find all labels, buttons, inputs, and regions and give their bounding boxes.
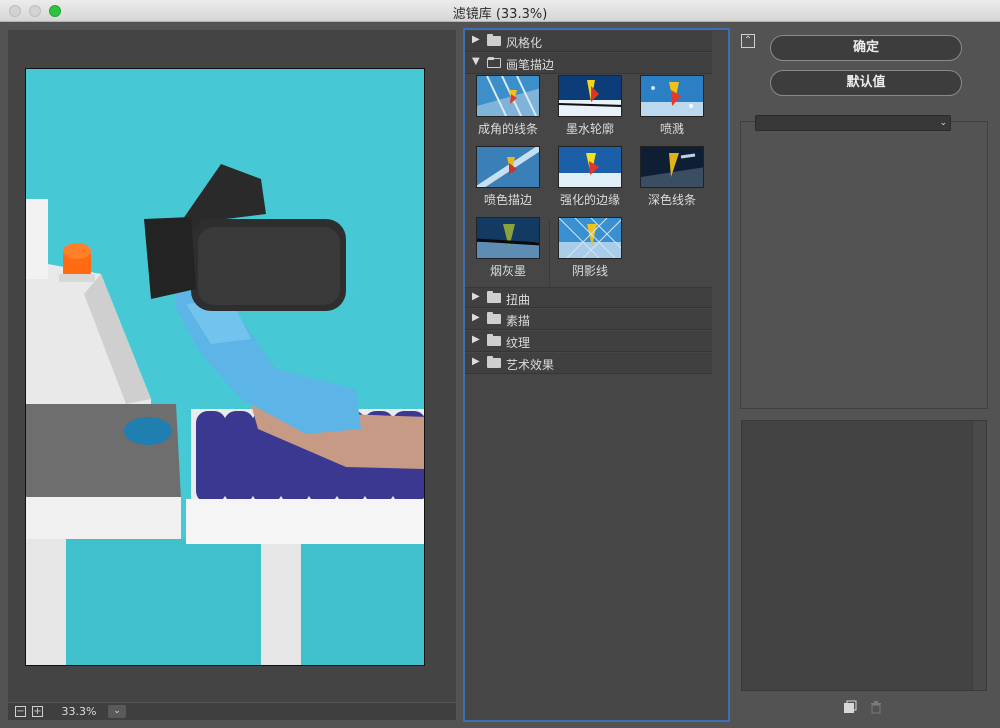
filter-dark-strokes[interactable]: 深色线条 [637,146,707,212]
folder-icon [487,356,501,368]
category-label: 纹理 [506,336,531,350]
expand-arrow-icon: ▶ [472,291,480,302]
filter-label: 喷溅 [659,122,684,136]
new-effect-layer-icon[interactable] [843,699,857,713]
folder-icon [487,34,501,46]
category-label: 画笔描边 [506,58,555,72]
trash-icon[interactable] [869,699,883,714]
zoom-level: 33.3% [61,705,97,718]
collapse-arrow-icon: ▼ [472,56,480,67]
ok-button[interactable]: 确定 [770,35,962,61]
filter-crosshatch[interactable]: 阴影线 [555,217,625,283]
thumb-separator [549,220,550,292]
filter-label: 阴影线 [571,264,608,278]
collapse-double-arrow-icon[interactable]: ⌃ [741,34,755,48]
category-sketch[interactable]: ▶ 素描 [465,309,712,330]
category-artistic[interactable]: ▶ 艺术效果 [465,353,712,374]
accented-edges-thumb [558,146,622,188]
filter-label: 墨水轮廓 [565,122,614,136]
filter-spatter[interactable]: 喷溅 [637,75,707,141]
filter-label: 成角的线条 [477,122,538,136]
expand-arrow-icon: ▶ [472,34,480,45]
category-label: 风格化 [506,36,543,50]
preview-image [25,68,425,666]
folder-icon [487,291,501,303]
filter-ink-outlines[interactable]: 墨水轮廓 [555,75,625,141]
angled-strokes-thumb [476,75,540,117]
zoom-in-button[interactable]: + [32,706,43,717]
filter-label: 深色线条 [647,193,696,207]
zoom-bar: − + 33.3% ⌄ [8,703,456,720]
vr-photo-illustration [26,69,424,665]
title-bar: 滤镜库 (33.3%) [0,0,1000,22]
expand-arrow-icon: ▶ [472,356,480,367]
folder-icon [487,312,501,324]
filter-select-dropdown[interactable]: ⌄ [755,115,951,131]
crosshatch-thumb [558,217,622,259]
chevron-down-icon: ⌄ [939,118,947,128]
filter-label: 喷色描边 [483,193,532,207]
ink-outlines-thumb [558,75,622,117]
folder-icon [487,334,501,346]
open-folder-icon [487,57,501,68]
sumi-e-thumb [476,217,540,259]
category-stylize[interactable]: ▶ 风格化 [465,31,712,52]
filter-label: 烟灰墨 [489,264,526,278]
layers-scrollbar[interactable] [972,421,986,690]
window-title: 滤镜库 (33.3%) [452,7,548,22]
spatter-thumb [640,75,704,117]
filter-sumi-e[interactable]: 烟灰墨 [473,217,543,283]
category-distort[interactable]: ▶ 扭曲 [465,287,712,308]
filter-gallery-window: 滤镜库 (33.3%) − + 33.3% ⌄ ▶ 风格化 ▼ 画笔描边 成角的… [0,0,1000,728]
dark-strokes-thumb [640,146,704,188]
filter-angled-strokes[interactable]: 成角的线条 [473,75,543,141]
category-brush-strokes[interactable]: ▼ 画笔描边 [465,53,712,74]
sprayed-strokes-thumb [476,146,540,188]
filter-accented-edges[interactable]: 强化的边缘 [555,146,625,212]
default-button[interactable]: 默认值 [770,70,962,96]
filter-sprayed-strokes[interactable]: 喷色描边 [473,146,543,212]
category-label: 素描 [506,314,531,328]
zoom-dropdown[interactable]: ⌄ [108,705,126,718]
filter-label: 强化的边缘 [559,193,620,207]
expand-arrow-icon: ▶ [472,334,480,345]
category-label: 艺术效果 [506,358,555,372]
expand-arrow-icon: ▶ [472,312,480,323]
filter-settings-panel [740,121,988,409]
zoom-out-button[interactable]: − [15,706,26,717]
category-texture[interactable]: ▶ 纹理 [465,331,712,352]
filter-list-panel: ▶ 风格化 ▼ 画笔描边 成角的线条 墨水轮廓 喷溅 喷色描边 强化的边缘 深色… [463,28,730,722]
category-label: 扭曲 [506,293,531,307]
effect-layers-list[interactable] [741,420,987,691]
chevron-down-icon: ⌄ [113,706,121,716]
